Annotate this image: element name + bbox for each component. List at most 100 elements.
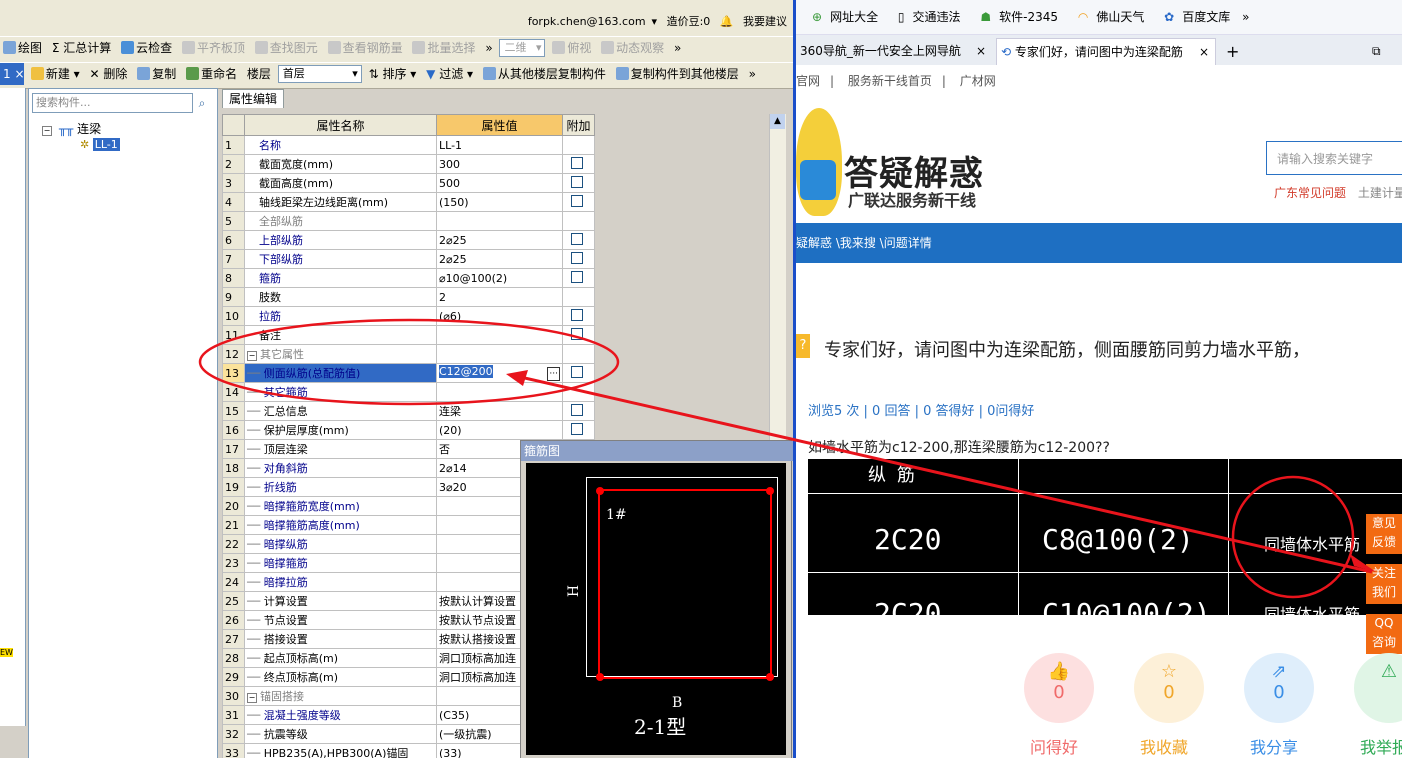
close-icon[interactable]: × bbox=[976, 38, 986, 65]
property-row[interactable]: 11 备注 bbox=[222, 325, 595, 345]
extra-checkbox[interactable] bbox=[571, 328, 583, 340]
property-value[interactable]: 2 bbox=[436, 287, 563, 307]
new-tab-button[interactable]: + bbox=[1222, 38, 1242, 65]
property-row[interactable]: 1 名称 LL-1 bbox=[222, 135, 595, 155]
left-tab-marker[interactable]: 1 × bbox=[0, 63, 25, 85]
property-value[interactable]: 500 bbox=[436, 173, 563, 193]
copy-to-floor-button[interactable]: 复制构件到其他楼层 bbox=[613, 63, 742, 85]
dynamic-view-button[interactable]: 动态观察 bbox=[598, 37, 667, 59]
new-button[interactable]: 新建 ▾ bbox=[28, 63, 83, 85]
property-value[interactable] bbox=[436, 344, 563, 364]
property-row[interactable]: 3 截面高度(mm) 500 bbox=[222, 173, 595, 193]
tree-node-ll1[interactable]: ✲ LL-1 bbox=[80, 138, 120, 151]
sum-calc-button[interactable]: Σ 汇总计算 bbox=[49, 37, 114, 59]
property-value[interactable]: (20) bbox=[436, 420, 563, 440]
property-row[interactable]: 2 截面宽度(mm) 300 bbox=[222, 154, 595, 174]
share-button[interactable]: ⇗ 0 bbox=[1244, 653, 1314, 723]
view-rebar-button[interactable]: 查看钢筋量 bbox=[325, 37, 406, 59]
property-value[interactable] bbox=[436, 211, 563, 231]
property-row[interactable]: 15 ── 汇总信息 连梁 bbox=[222, 401, 595, 421]
property-row[interactable]: 4 轴线距梁左边线距离(mm) (150) bbox=[222, 192, 595, 212]
sort-button[interactable]: ⇅ 排序 ▾ bbox=[366, 63, 420, 85]
component-search-input[interactable]: 搜索构件... bbox=[32, 93, 193, 113]
feedback-button[interactable]: 意见 反馈 bbox=[1366, 514, 1402, 554]
collapse-icon[interactable]: − bbox=[42, 126, 52, 136]
extra-checkbox[interactable] bbox=[571, 423, 583, 435]
property-row[interactable]: 16 ── 保护层厚度(mm) (20) bbox=[222, 420, 595, 440]
tab-property-edit[interactable]: 属性编辑 bbox=[222, 89, 284, 108]
report-button[interactable]: ⚠ bbox=[1354, 653, 1402, 723]
property-value[interactable]: (150) bbox=[436, 192, 563, 212]
collapse-icon[interactable]: − bbox=[247, 693, 257, 703]
find-element-button[interactable]: 查找图元 bbox=[252, 37, 321, 59]
filter-button[interactable]: ▼ 过滤 ▾ bbox=[423, 63, 476, 85]
property-value[interactable]: LL-1 bbox=[436, 135, 563, 155]
extra-checkbox[interactable] bbox=[571, 366, 583, 378]
property-row[interactable]: 12− 其它属性 bbox=[222, 344, 595, 364]
view-2d-select[interactable]: 二维 bbox=[499, 39, 546, 57]
cloud-check-button[interactable]: 云检查 bbox=[118, 37, 175, 59]
property-value[interactable]: 300 bbox=[436, 154, 563, 174]
property-row[interactable]: 7 下部纵筋 2⌀25 bbox=[222, 249, 595, 269]
search-icon[interactable]: ⌕ bbox=[192, 93, 212, 113]
suggest-link[interactable]: 我要建议 bbox=[743, 15, 787, 28]
breadcrumb[interactable]: 疑解惑 \我来搜 \问题详情 bbox=[796, 236, 932, 250]
question-image[interactable]: 纵 筋 2C20 C8@100(2) 同墙体水平筋 2C20 C10@100(2… bbox=[808, 459, 1402, 630]
more-favorites-icon[interactable]: » bbox=[1242, 0, 1249, 34]
property-row[interactable]: 6 上部纵筋 2⌀25 bbox=[222, 230, 595, 250]
property-row[interactable]: 9 肢数 2 bbox=[222, 287, 595, 307]
tab-question[interactable]: ⟲ 专家们好，请问图中为连梁配筋 × bbox=[996, 38, 1216, 65]
property-row[interactable]: 14 ── 其它箍筋 bbox=[222, 382, 595, 402]
copy-from-floor-button[interactable]: 从其他楼层复制构件 bbox=[480, 63, 609, 85]
copy-button[interactable]: 复制 bbox=[134, 63, 179, 85]
property-row[interactable]: 13 ── 侧面纵筋(总配筋值) C12@200 ··· bbox=[222, 363, 595, 383]
window-restore-icon[interactable]: ⧉ bbox=[1368, 38, 1398, 65]
account-email[interactable]: forpk.chen@163.com bbox=[528, 15, 646, 28]
close-icon[interactable]: × bbox=[1199, 39, 1209, 66]
batch-select-button[interactable]: 批量选择 bbox=[409, 37, 478, 59]
tab-360-nav[interactable]: 360导航_新一代安全上网导航 × bbox=[796, 38, 992, 65]
bell-icon[interactable]: 🔔 bbox=[720, 15, 734, 28]
top-view-button[interactable]: 俯视 bbox=[549, 37, 594, 59]
property-row[interactable]: 10 拉筋 (⌀6) bbox=[222, 306, 595, 326]
nav-official[interactable]: 官网 bbox=[796, 74, 820, 88]
nav-materials[interactable]: 广材网 bbox=[960, 74, 996, 88]
tree-node-lianliang[interactable]: − ╥╥ 连梁 bbox=[42, 120, 101, 137]
property-row[interactable]: 8 箍筋 ⌀10@100(2) bbox=[222, 268, 595, 288]
hot-link-civil[interactable]: 土建计量 bbox=[1358, 186, 1402, 200]
extra-checkbox[interactable] bbox=[571, 195, 583, 207]
favorite-traffic[interactable]: ▯ 交通违法 bbox=[890, 0, 961, 34]
favorite-site-nav[interactable]: ⊕ 网址大全 bbox=[804, 0, 878, 34]
favorite-wenku[interactable]: ✿ 百度文库 bbox=[1156, 0, 1230, 34]
follow-button[interactable]: 关注 我们 bbox=[1366, 564, 1402, 604]
extra-checkbox[interactable] bbox=[571, 404, 583, 416]
draw-button[interactable]: 绘图 bbox=[0, 37, 45, 59]
extra-checkbox[interactable] bbox=[571, 309, 583, 321]
property-value[interactable]: (⌀6) bbox=[436, 306, 563, 326]
property-value[interactable] bbox=[436, 382, 563, 402]
nav-home[interactable]: 服务新干线首页 bbox=[848, 74, 932, 88]
align-slab-button[interactable]: 平齐板顶 bbox=[179, 37, 248, 59]
more-chevron-icon[interactable]: » bbox=[746, 63, 759, 85]
like-question-button[interactable]: 👍 0 bbox=[1024, 653, 1094, 723]
favorite-weather[interactable]: ◠ 佛山天气 bbox=[1070, 0, 1145, 34]
ellipsis-button[interactable]: ··· bbox=[547, 367, 560, 381]
collapse-icon[interactable]: − bbox=[247, 351, 257, 361]
more-chevron-icon[interactable]: » bbox=[482, 37, 495, 59]
property-value[interactable]: C12@200 ··· bbox=[436, 363, 563, 383]
extra-checkbox[interactable] bbox=[571, 252, 583, 264]
scroll-up-icon[interactable]: ▲ bbox=[770, 114, 785, 129]
qq-consult-button[interactable]: QQ 咨询 bbox=[1366, 614, 1402, 654]
extra-checkbox[interactable] bbox=[571, 176, 583, 188]
favorite-button[interactable]: ☆ 0 bbox=[1134, 653, 1204, 723]
more-chevron-icon[interactable]: » bbox=[671, 37, 684, 59]
extra-checkbox[interactable] bbox=[571, 233, 583, 245]
property-value[interactable]: 2⌀25 bbox=[436, 230, 563, 250]
property-value[interactable]: 连梁 bbox=[436, 401, 563, 421]
property-value[interactable]: 2⌀25 bbox=[436, 249, 563, 269]
hot-link-guangdong[interactable]: 广东常见问题 bbox=[1274, 186, 1346, 200]
property-row[interactable]: 5 全部纵筋 bbox=[222, 211, 595, 231]
property-value[interactable]: ⌀10@100(2) bbox=[436, 268, 563, 288]
property-value[interactable] bbox=[436, 325, 563, 345]
site-search-input[interactable]: 请输入搜索关键字 bbox=[1266, 141, 1402, 175]
